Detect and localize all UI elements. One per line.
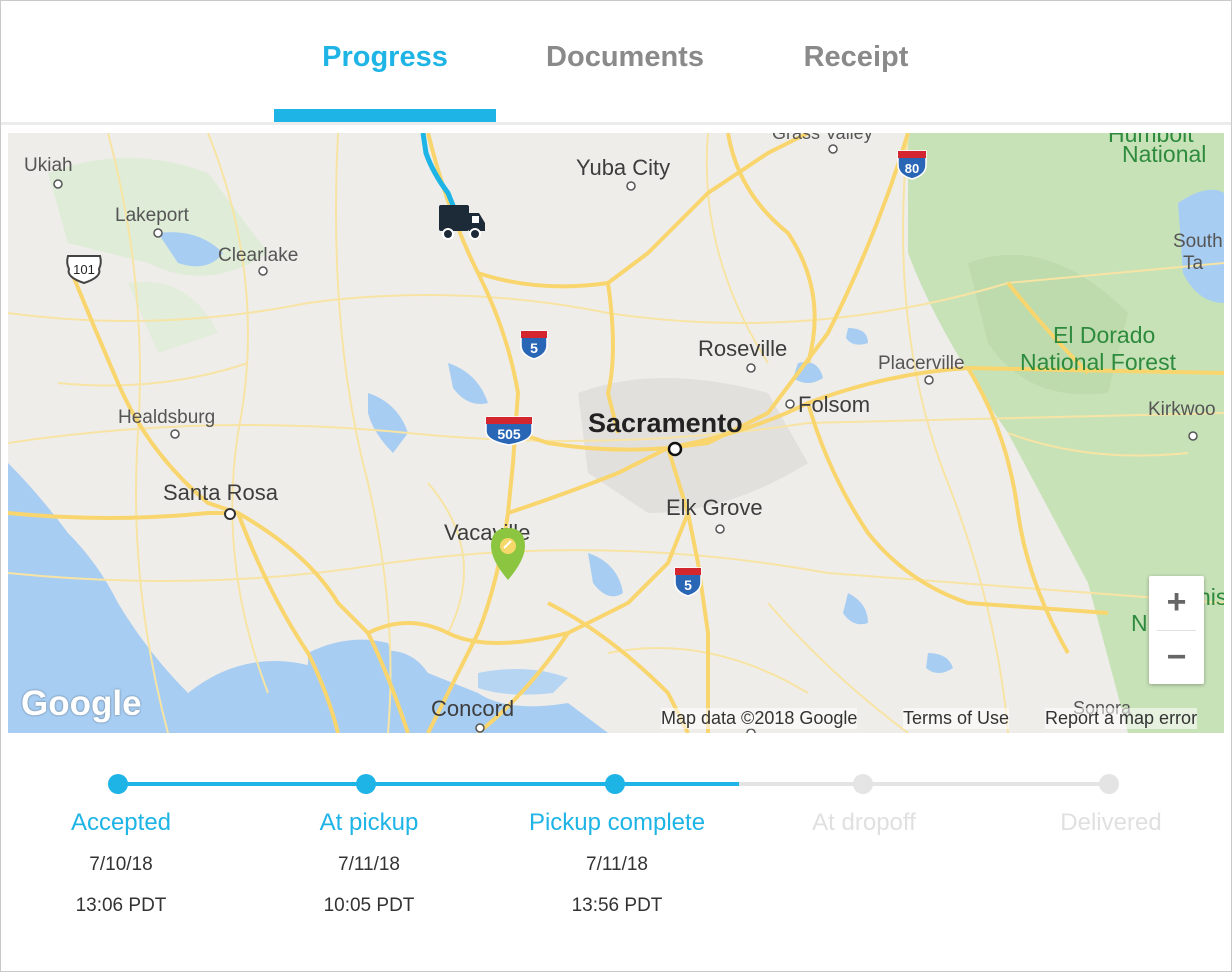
terms-of-use-link[interactable]: Terms of Use (903, 708, 1010, 729)
map-label-south-tahoe: South (1173, 231, 1223, 252)
map-label-stanislaus-2: N (1131, 610, 1148, 636)
step-time-at-pickup: 10:05 PDT (323, 895, 415, 916)
step-label-pickup-complete: Pickup complete (528, 809, 706, 836)
step-dot-at-dropoff (853, 774, 873, 794)
map-label-placerville: Placerville (878, 353, 965, 374)
google-logo[interactable]: Google (21, 684, 142, 724)
us-highway-shield-icon: 101 (66, 255, 102, 285)
map-pin-icon[interactable] (489, 526, 527, 582)
shield-80-text: 80 (905, 161, 919, 176)
interstate-shield-icon: 505 (485, 416, 533, 446)
zoom-controls: + − (1149, 576, 1204, 684)
map-label-clearlake: Clearlake (218, 245, 299, 266)
map-label-folsom: Folsom (798, 392, 871, 417)
step-dot-at-pickup (356, 774, 376, 794)
step-time-pickup-complete: 13:56 PDT (571, 895, 663, 916)
step-label-at-dropoff: At dropoff (812, 809, 916, 836)
step-dot-accepted (108, 774, 128, 794)
step-dot-pickup-complete (605, 774, 625, 794)
map-label-el-dorado: El Dorado (1053, 322, 1156, 348)
zoom-in-button[interactable]: + (1149, 576, 1204, 630)
interstate-shield-icon: 5 (674, 567, 702, 597)
tab-receipt[interactable]: Receipt (761, 41, 951, 81)
step-time-accepted: 13:06 PDT (75, 895, 167, 916)
zoom-out-button[interactable]: − (1149, 631, 1204, 685)
map-label-lakeport: Lakeport (115, 205, 189, 226)
map-label-santa-rosa: Santa Rosa (163, 480, 278, 505)
interstate-shield-icon: 5 (520, 330, 548, 360)
progress-line-pending (739, 782, 1109, 786)
report-map-error-link[interactable]: Report a map error (1045, 708, 1198, 729)
map-label-grass-valley: Grass Valley (772, 133, 873, 143)
step-label-delivered: Delivered (1060, 809, 1162, 836)
shield-5-south-text: 5 (684, 577, 692, 593)
shipment-tracking-panel: Progress Documents Receipt Grass Valley … (0, 0, 1232, 972)
map-label-healdsburg: Healdsburg (118, 407, 216, 428)
active-tab-indicator (274, 109, 496, 122)
tab-divider (1, 122, 1231, 125)
map-label-roseville: Roseville (698, 336, 788, 361)
map-label-yuba-city: Yuba City (576, 155, 671, 180)
step-dot-delivered (1099, 774, 1119, 794)
tab-bar: Progress Documents Receipt (1, 1, 1231, 125)
map-label-sacramento: Sacramento (588, 408, 743, 438)
tab-documents[interactable]: Documents (521, 41, 729, 81)
step-label-accepted: Accepted (70, 809, 172, 836)
interstate-shield-icon: 80 (897, 150, 927, 180)
progress-line-complete (118, 782, 739, 786)
map-label-national-top: National (1122, 141, 1207, 167)
shield-101-text: 101 (73, 262, 95, 277)
map-label-south-tahoe-2: Ta (1183, 253, 1204, 274)
map-data-attribution: Map data ©2018 Google (661, 708, 858, 729)
step-date-at-pickup: 7/11/18 (338, 854, 400, 875)
map-label-concord: Concord (431, 696, 515, 721)
map-label-ukiah: Ukiah (24, 155, 73, 176)
map-label-kirkwood: Kirkwoo (1148, 399, 1216, 420)
progress-tracker: Accepted 7/10/18 13:06 PDT At pickup 7/1… (1, 761, 1231, 961)
route-map[interactable]: Grass Valley Humbolt National Ukiah Yuba… (8, 133, 1224, 733)
truck-icon[interactable] (438, 203, 486, 243)
shield-505-text: 505 (497, 426, 521, 442)
tab-progress[interactable]: Progress (274, 41, 496, 81)
step-date-pickup-complete: 7/11/18 (586, 854, 648, 875)
step-label-at-pickup: At pickup (319, 809, 419, 836)
map-label-elk-grove: Elk Grove (666, 495, 763, 520)
map-label-el-dorado-forest: National Forest (1020, 349, 1176, 375)
step-date-accepted: 7/10/18 (89, 854, 153, 875)
shield-5-text: 5 (530, 340, 538, 356)
